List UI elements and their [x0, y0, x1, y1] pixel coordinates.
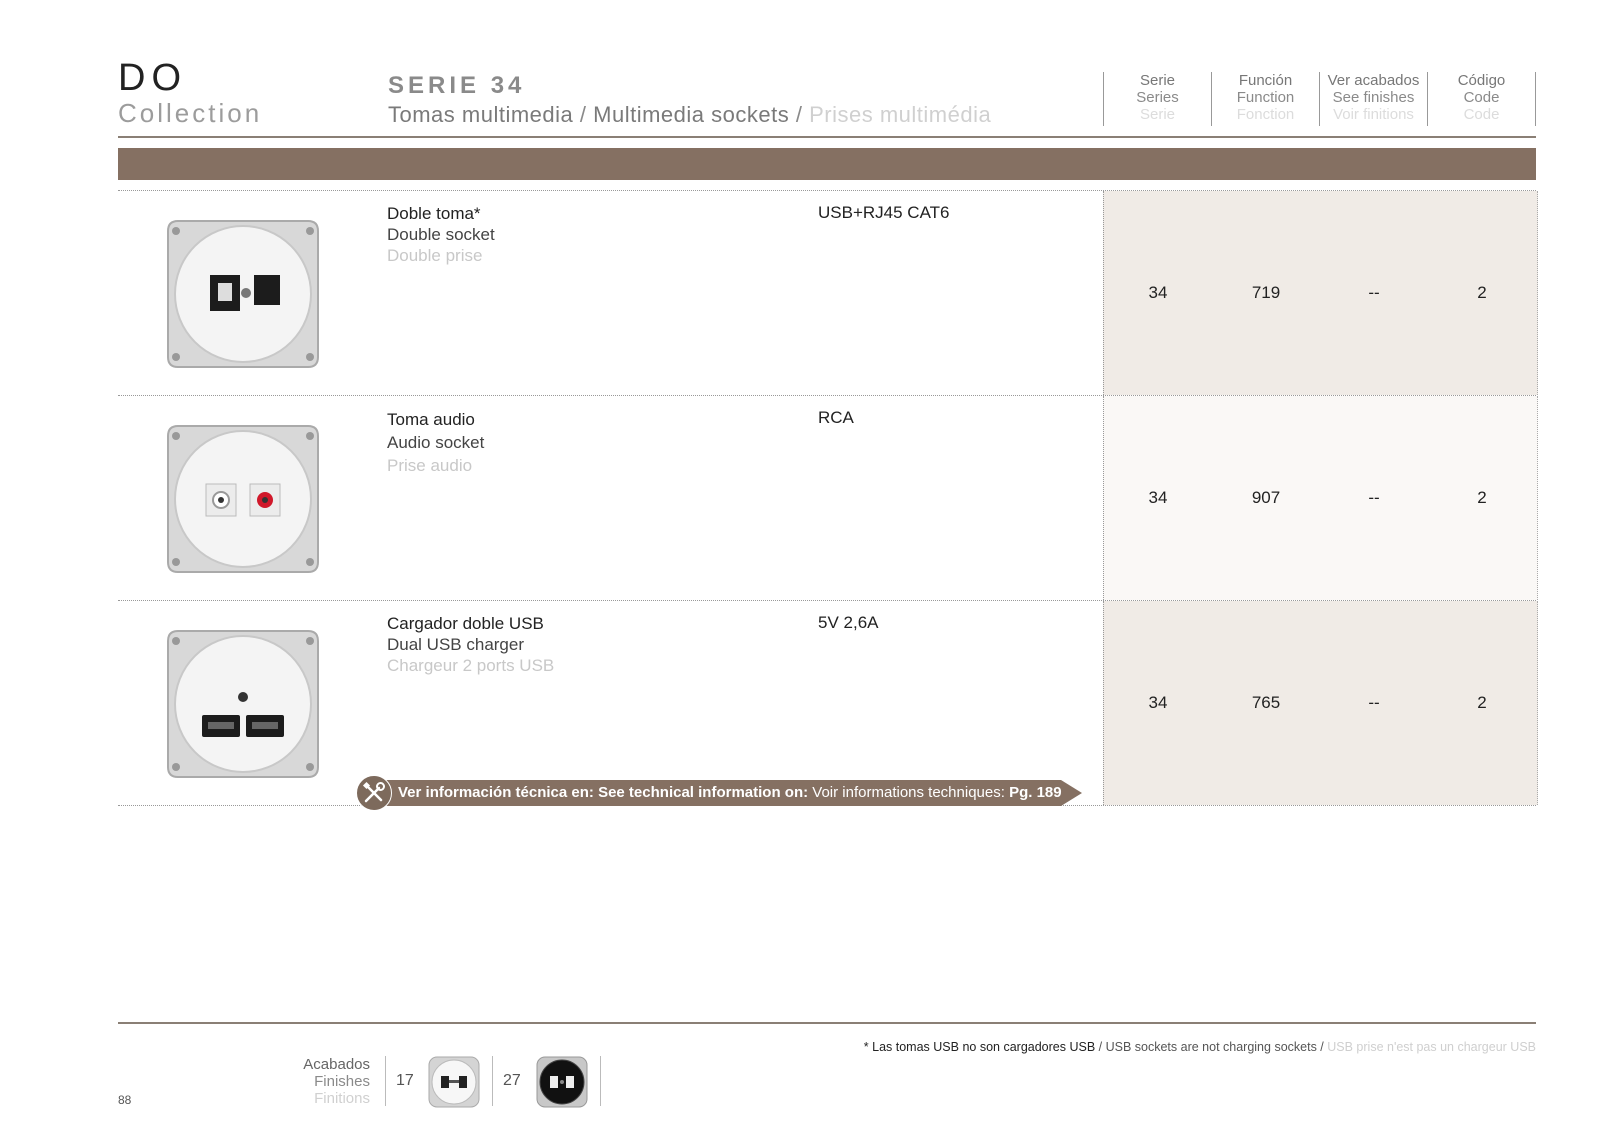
product-codes: 34 719 -- 2: [1103, 191, 1538, 395]
footnote-es: * Las tomas USB no son cargadores USB: [863, 1040, 1096, 1054]
header-rule: [118, 136, 1536, 138]
cell-codigo: 2: [1477, 283, 1487, 302]
product-name-en: Audio socket: [387, 433, 485, 452]
audio-socket-image: [167, 425, 319, 573]
col-label-es: Ver acabados: [1327, 72, 1420, 89]
page-number: 88: [118, 1093, 132, 1107]
serie-sub-es: Tomas multimedia: [388, 102, 574, 127]
slash: /: [579, 102, 587, 127]
cell-funcion: 765: [1251, 693, 1281, 712]
slash: /: [795, 102, 803, 127]
black-finish-swatch: [536, 1056, 588, 1108]
col-label-es: Código: [1457, 72, 1506, 89]
color-band: [118, 148, 1536, 180]
column-header-codigo: Código Code Code: [1427, 72, 1536, 126]
product-name-fr: Chargeur 2 ports USB: [387, 656, 555, 675]
tech-label-es: Ver información técnica en:: [398, 784, 594, 801]
product-description: Cargador doble USB Dual USB charger Char…: [387, 613, 554, 676]
product-codes: 34 765 -- 2: [1103, 601, 1538, 805]
col-label-es: Serie: [1139, 72, 1176, 89]
product-name-en: Dual USB charger: [387, 635, 525, 654]
cell-serie: 34: [1148, 693, 1168, 712]
table-row: Cargador doble USB Dual USB charger Char…: [118, 600, 1538, 806]
col-label-fr: Fonction: [1236, 106, 1295, 123]
cell-acabados: --: [1368, 488, 1380, 507]
product-name-es: Cargador doble USB: [387, 614, 544, 633]
product-description: Toma audio Audio socket Prise audio: [387, 408, 484, 477]
product-spec: 5V 2,6A: [818, 613, 879, 632]
cell-funcion: 907: [1251, 488, 1281, 507]
col-label-en: Function: [1236, 89, 1295, 106]
product-table: Doble toma* Double socket Double prise U…: [118, 190, 1538, 806]
serie-header: SERIE 34 Tomas multimedia / Multimedia s…: [388, 72, 991, 130]
brand-collection: Collection: [118, 98, 263, 128]
table-row: Doble toma* Double socket Double prise U…: [118, 190, 1538, 395]
col-label-fr: Voir finitions: [1333, 106, 1414, 123]
serie-sub-fr: Prises multimédia: [809, 102, 992, 127]
cell-codigo: 2: [1477, 488, 1487, 507]
product-name-es: Doble toma*: [387, 204, 481, 223]
finishes-label: Acabados Finishes Finitions: [280, 1056, 370, 1107]
cell-serie: 34: [1148, 488, 1168, 507]
product-name-es: Toma audio: [387, 410, 475, 429]
col-label-en: Code: [1463, 89, 1500, 106]
brand-do: DO: [118, 57, 187, 99]
white-finish-swatch: [428, 1056, 480, 1108]
technical-info-bar[interactable]: Ver información técnica en: See technica…: [382, 780, 1082, 806]
finish-number: 27: [503, 1072, 521, 1089]
product-name-fr: Double prise: [387, 246, 483, 265]
col-label-en: See finishes: [1332, 89, 1415, 106]
tech-page: Pg. 189: [1009, 784, 1062, 801]
cell-funcion: 719: [1251, 283, 1281, 302]
finish-divider: [600, 1056, 601, 1106]
finish-number: 17: [396, 1072, 414, 1089]
column-header-serie: Serie Series Serie: [1103, 72, 1211, 126]
footer-rule: [118, 1022, 1536, 1024]
serie-subtitle: Tomas multimedia / Multimedia sockets / …: [388, 100, 991, 130]
finish-divider: [492, 1056, 493, 1106]
col-label-es: Función: [1238, 72, 1293, 89]
finishes-en: Finishes: [314, 1073, 370, 1090]
finish-divider: [385, 1056, 386, 1106]
double-socket-image: [167, 220, 319, 368]
product-name-fr: Prise audio: [387, 456, 473, 475]
footnote-en: / USB sockets are not charging sockets /: [1098, 1040, 1324, 1054]
table-row: Toma audio Audio socket Prise audio RCA …: [118, 395, 1538, 600]
tech-label-en: See technical information on:: [598, 784, 809, 801]
column-header-funcion: Función Function Fonction: [1211, 72, 1319, 126]
serie-title: SERIE 34: [388, 72, 526, 99]
usb-charger-image: [167, 630, 319, 778]
cell-codigo: 2: [1477, 693, 1487, 712]
product-name-en: Double socket: [387, 225, 495, 244]
cell-serie: 34: [1148, 283, 1168, 302]
product-codes: 34 907 -- 2: [1103, 396, 1538, 600]
brand: DO Collection: [118, 58, 262, 128]
cell-acabados: --: [1368, 693, 1380, 712]
product-description: Doble toma* Double socket Double prise: [387, 203, 495, 266]
tech-label-fr: Voir informations techniques:: [812, 784, 1005, 801]
finishes-es: Acabados: [303, 1056, 370, 1073]
product-spec: RCA: [818, 408, 854, 427]
tools-icon: [356, 775, 392, 811]
col-label-en: Series: [1136, 89, 1179, 106]
column-header-acabados: Ver acabados See finishes Voir finitions: [1319, 72, 1427, 126]
column-headers: Serie Series Serie Función Function Fonc…: [1103, 72, 1536, 126]
finishes-fr: Finitions: [314, 1090, 370, 1107]
footnote-fr: USB prise n'est pas un chargeur USB: [1327, 1040, 1536, 1054]
cell-acabados: --: [1368, 283, 1380, 302]
footnote: * Las tomas USB no son cargadores USB / …: [864, 1040, 1536, 1054]
product-spec: USB+RJ45 CAT6: [818, 203, 950, 222]
col-label-fr: Code: [1463, 106, 1500, 123]
serie-sub-en: Multimedia sockets: [593, 102, 790, 127]
col-label-fr: Serie: [1139, 106, 1176, 123]
